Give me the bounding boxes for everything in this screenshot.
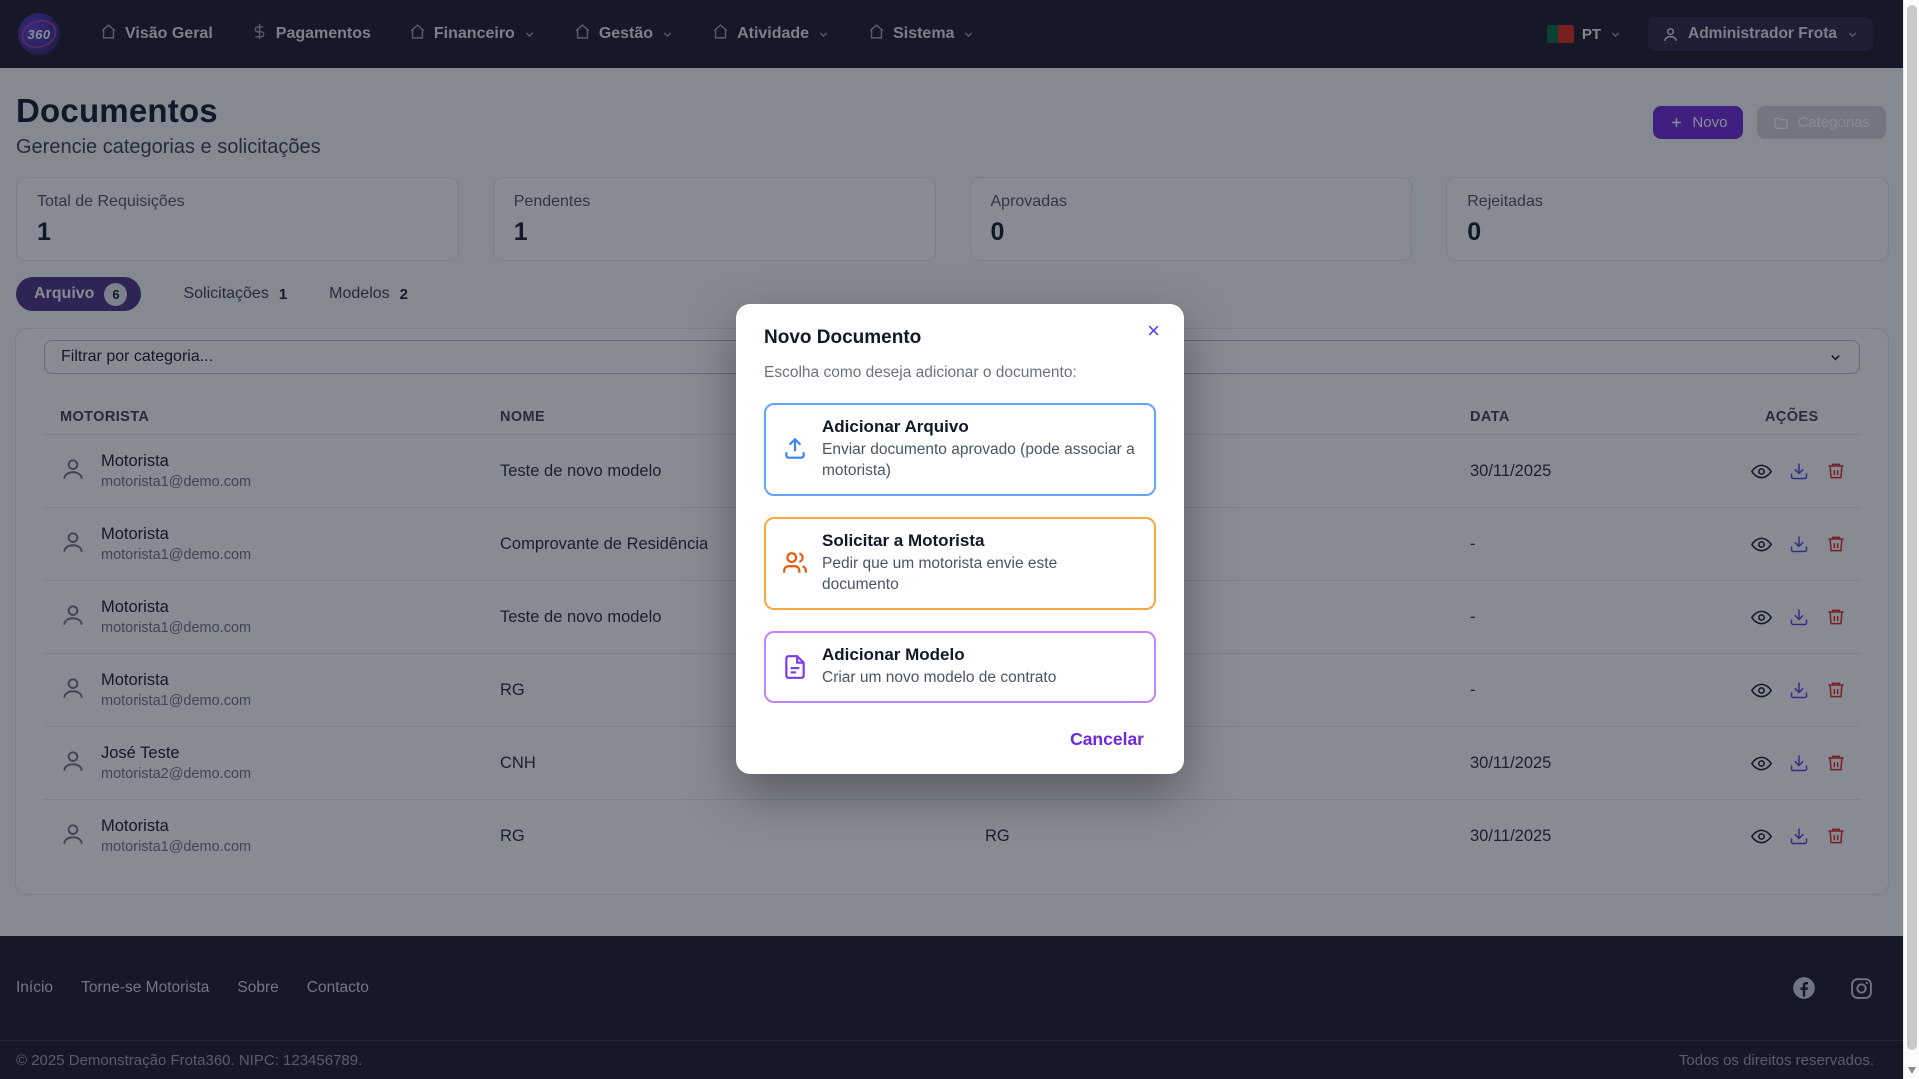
users-icon [782,550,808,576]
cancel-button[interactable]: Cancelar [1070,729,1144,750]
modal-title: Novo Documento [764,327,1156,349]
option-description: Criar um novo modelo de contrato [822,668,1056,689]
document-icon [782,654,808,680]
option-description: Pedir que um motorista envie este docume… [822,554,1138,596]
upload-icon [782,436,808,462]
scrollbar-down-arrow[interactable] [1908,1067,1916,1074]
scrollbar-track[interactable] [1903,0,1919,1079]
option-description: Enviar documento aprovado (pode associar… [822,440,1138,482]
scrollbar-thumb[interactable] [1907,5,1917,1050]
option-adicionar-modelo[interactable]: Adicionar Modelo Criar um novo modelo de… [764,631,1156,703]
option-solicitar-a-motorista[interactable]: Solicitar a Motorista Pedir que um motor… [764,517,1156,610]
new-document-modal: Novo Documento × Escolha como deseja adi… [736,304,1184,774]
modal-subtitle: Escolha como deseja adicionar o document… [764,364,1156,382]
option-title: Adicionar Modelo [822,645,1056,665]
option-title: Adicionar Arquivo [822,417,1138,437]
option-adicionar-arquivo[interactable]: Adicionar Arquivo Enviar documento aprov… [764,403,1156,496]
close-icon[interactable]: × [1147,320,1160,342]
option-title: Solicitar a Motorista [822,531,1138,551]
